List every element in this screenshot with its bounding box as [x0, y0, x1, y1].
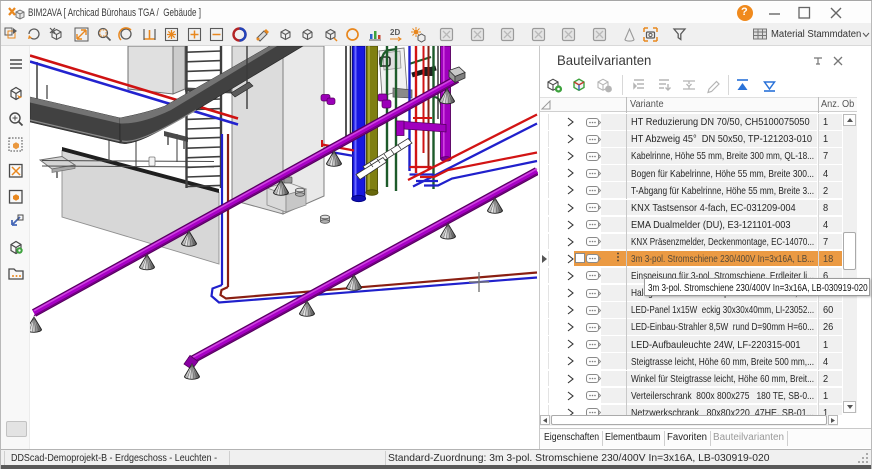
svg-text:2D: 2D — [390, 28, 400, 37]
